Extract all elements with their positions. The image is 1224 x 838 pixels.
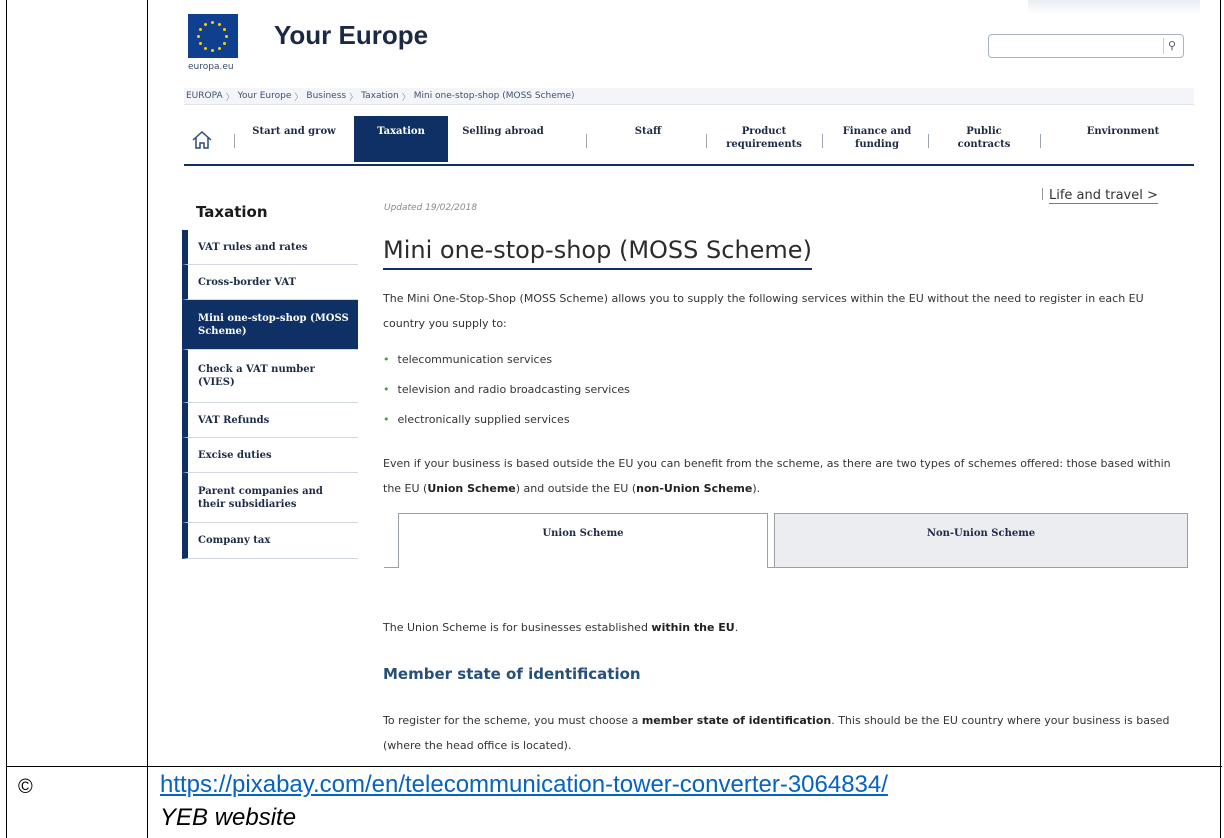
register-paragraph: To register for the scheme, you must cho… [383, 708, 1188, 758]
list-item: telecommunication services [383, 350, 630, 380]
sidebar-item-excise-duties[interactable]: Excise duties [182, 438, 358, 473]
breadcrumb-your-europe[interactable]: Your Europe [236, 91, 294, 101]
life-and-travel-link[interactable]: Life and travel > [1042, 188, 1158, 204]
list-item: electronically supplied services [383, 410, 630, 440]
nav-public-contracts[interactable]: Public contracts [940, 116, 1028, 162]
sidebar-item-cross-border-vat[interactable]: Cross-border VAT [182, 265, 358, 300]
nav-separator [586, 134, 587, 148]
search-box: ⚲ [988, 34, 1184, 58]
sidebar-item-moss[interactable]: Mini one-stop-shop (MOSS Scheme) [182, 300, 358, 350]
breadcrumb-separator-icon: 〉 [349, 92, 359, 103]
intro-paragraph: The Mini One-Stop-Shop (MOSS Scheme) all… [383, 292, 1144, 330]
services-list: telecommunication services television an… [383, 350, 630, 440]
union-paragraph: The Union Scheme is for businesses estab… [383, 615, 1188, 640]
text: ). [752, 482, 761, 495]
list-item: television and radio broadcasting servic… [383, 380, 630, 410]
home-icon[interactable] [190, 128, 214, 152]
breadcrumb-current: Mini one-stop-shop (MOSS Scheme) [413, 91, 575, 101]
nav-staff[interactable]: Staff [598, 116, 698, 162]
nav-product-requirements[interactable]: Product requirements [710, 116, 818, 162]
nav-separator [706, 134, 707, 148]
updated-date: Updated 19/02/2018 [384, 203, 478, 213]
union-scheme-emphasis: Union Scheme [427, 482, 516, 495]
nav-environment[interactable]: Environment [1064, 116, 1182, 162]
separator [1042, 188, 1043, 200]
within-eu-emphasis: within the EU [651, 621, 735, 634]
page-title: Mini one-stop-shop (MOSS Scheme) [383, 236, 812, 270]
nav-start-and-grow[interactable]: Start and grow [238, 116, 350, 162]
tab-baseline [384, 567, 398, 568]
nav-finance-and-funding[interactable]: Finance and funding [832, 116, 922, 162]
site-header: europa.eu Your Europe ⚲ [178, 0, 1200, 86]
site-title[interactable]: Your Europe [274, 20, 428, 51]
nav-separator [234, 134, 235, 148]
nav-separator [928, 134, 929, 148]
main-nav: Start and grow Taxation Selling abroad S… [184, 116, 1194, 166]
text: . [734, 621, 739, 634]
tab-non-union-scheme[interactable]: Non-Union Scheme [774, 513, 1188, 568]
nav-selling-abroad[interactable]: Selling abroad [450, 116, 556, 162]
sidebar-item-vat-rules[interactable]: VAT rules and rates [182, 230, 358, 265]
sidebar-item-company-tax[interactable]: Company tax [182, 523, 358, 559]
sidebar-item-parent-companies[interactable]: Parent companies and their subsidiaries [182, 473, 358, 523]
member-state-heading: Member state of identification [383, 665, 641, 683]
breadcrumb-separator-icon: 〉 [401, 92, 411, 103]
source-link[interactable]: https://pixabay.com/en/telecommunication… [160, 771, 888, 799]
breadcrumb-taxation[interactable]: Taxation [359, 91, 401, 101]
sidebar-item-vat-refunds[interactable]: VAT Refunds [182, 403, 358, 438]
breadcrumb-separator-icon: 〉 [294, 92, 304, 103]
schemes-paragraph: Even if your business is based outside t… [383, 451, 1188, 501]
breadcrumb: EUROPA 〉 Your Europe 〉 Business 〉 Taxation 〉… [184, 88, 1194, 105]
breadcrumb-separator-icon: 〉 [225, 92, 235, 103]
eu-flag-logo[interactable] [188, 14, 238, 58]
copyright-symbol: © [18, 776, 33, 798]
top-bar [1028, 0, 1200, 14]
text: ) and outside the EU ( [515, 482, 637, 495]
breadcrumb-europa[interactable]: EUROPA [184, 91, 225, 101]
website-screenshot: europa.eu Your Europe ⚲ EUROPA 〉 Your Eur… [178, 0, 1200, 766]
non-union-scheme-emphasis: non-Union Scheme [636, 482, 753, 495]
search-input[interactable] [989, 35, 1166, 57]
sidebar-menu: VAT rules and rates Cross-border VAT Min… [182, 230, 358, 559]
scheme-tabs: Union Scheme Non-Union Scheme [384, 513, 1188, 568]
source-credit: YEB website [160, 804, 297, 831]
search-icon[interactable]: ⚲ [1163, 38, 1180, 54]
member-state-emphasis: member state of identification [641, 714, 832, 727]
tab-union-scheme[interactable]: Union Scheme [398, 513, 768, 568]
nav-separator [1040, 134, 1041, 148]
life-and-travel-label[interactable]: Life and travel > [1049, 188, 1158, 204]
nav-taxation[interactable]: Taxation [354, 116, 448, 162]
text: To register for the scheme, you must cho… [383, 714, 642, 727]
europa-domain-label[interactable]: europa.eu [188, 62, 234, 72]
nav-separator [822, 134, 823, 148]
sidebar-item-check-vat[interactable]: Check a VAT number (VIES) [182, 350, 358, 403]
sidebar-title: Taxation [196, 203, 268, 221]
breadcrumb-business[interactable]: Business [304, 91, 348, 101]
text: The Union Scheme is for businesses estab… [383, 621, 652, 634]
